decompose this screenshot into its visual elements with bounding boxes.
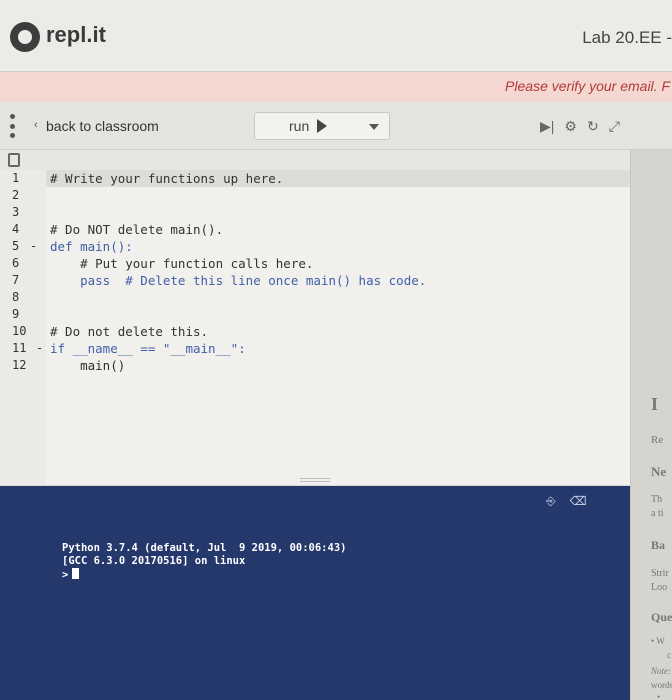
- clear-console-icon[interactable]: ⌫: [570, 494, 587, 509]
- line-number: 7: [12, 273, 20, 287]
- play-icon: [317, 119, 327, 133]
- line-number: 3: [12, 205, 20, 219]
- line-number: 8: [12, 290, 20, 304]
- code-line[interactable]: main(): [50, 357, 125, 374]
- fold-marker-icon[interactable]: -: [36, 340, 46, 357]
- file-strip: [0, 150, 672, 170]
- lab-title: Lab 20.EE -: [582, 28, 672, 47]
- menu-dots-icon[interactable]: [10, 114, 16, 138]
- run-button[interactable]: run: [254, 112, 390, 140]
- line-number: 4: [12, 222, 20, 236]
- instructions-fragment: Loo: [651, 582, 668, 593]
- settings-icon[interactable]: ⚙: [564, 116, 577, 136]
- code-line[interactable]: # Write your functions up here.: [50, 170, 283, 187]
- code-line[interactable]: # Put your function calls here.: [50, 255, 313, 272]
- instructions-fragment: Re: [651, 434, 664, 446]
- top-bar: repl.it Lab 20.EE -: [0, 0, 672, 72]
- instructions-fragment: Note:: [651, 666, 671, 676]
- instructions-fragment: Ne: [651, 464, 667, 479]
- instructions-fragment: Ba: [651, 538, 666, 552]
- instructions-fragment: Strir: [651, 568, 669, 579]
- dropdown-caret-icon[interactable]: [369, 124, 379, 130]
- instructions-fragment: • W: [651, 636, 665, 646]
- fold-marker-icon[interactable]: -: [30, 238, 40, 255]
- code-line[interactable]: if __name__ == "__main__":: [50, 340, 246, 357]
- line-number: 5: [12, 239, 20, 253]
- back-chevron-icon[interactable]: ‹: [34, 119, 38, 131]
- logo-text[interactable]: repl.it: [46, 22, 106, 48]
- console-prompt[interactable]: >: [62, 568, 80, 581]
- file-icon[interactable]: [8, 153, 20, 167]
- verify-email-banner: Please verify your email. F: [0, 72, 672, 102]
- code-line[interactable]: def main():: [50, 238, 133, 255]
- expand-icon[interactable]: ⤢: [609, 116, 620, 136]
- instructions-fragment: •: [657, 692, 661, 700]
- console-pane[interactable]: ⎆ ⌫ Python 3.7.4 (default, Jul 9 2019, 0…: [0, 486, 630, 700]
- prompt-symbol: >: [62, 569, 69, 581]
- code-line[interactable]: pass # Delete this line once main() has …: [50, 272, 426, 289]
- line-number: 12: [12, 358, 27, 372]
- run-label: run: [289, 118, 310, 134]
- line-number: 1: [12, 171, 20, 185]
- line-number: 2: [12, 188, 20, 202]
- console-input-icon[interactable]: ⎆: [546, 494, 556, 509]
- instructions-fragment: I: [651, 394, 659, 414]
- line-number: 6: [12, 256, 20, 270]
- refresh-icon[interactable]: ↻: [587, 116, 599, 136]
- pane-resize-handle[interactable]: [300, 478, 330, 482]
- instructions-fragment: Th: [651, 494, 663, 505]
- verify-email-text[interactable]: Please verify your email. F: [505, 78, 670, 94]
- line-number: 10: [12, 324, 27, 338]
- text-cursor: [72, 568, 80, 579]
- instructions-fragment: c: [667, 650, 671, 660]
- editor-toolbar: ‹ back to classroom run ▶| ⚙ ↻ ⤢: [0, 102, 672, 150]
- toolbar-icons: ▶| ⚙ ↻ ⤢: [540, 116, 620, 136]
- code-line[interactable]: # Do not delete this.: [50, 323, 208, 340]
- code-editor[interactable]: 1 2 3 4 5 6 7 8 9 10 11 12 - - # Write y…: [0, 170, 630, 485]
- console-toolbar: ⎆ ⌫: [546, 494, 587, 509]
- instructions-fragment: words: [651, 680, 672, 690]
- step-icon[interactable]: ▶|: [540, 116, 554, 136]
- instructions-fragment: a ti: [651, 508, 664, 519]
- code-line[interactable]: # Do NOT delete main().: [50, 221, 223, 238]
- replit-logo-icon[interactable]: [10, 22, 40, 52]
- line-number: 9: [12, 307, 20, 321]
- instructions-panel[interactable]: I Re Ne Th a ti Ba Strir Loo Que • W c N…: [630, 150, 672, 700]
- back-to-classroom-link[interactable]: back to classroom: [46, 118, 159, 134]
- console-line: [GCC 6.3.0 20170516] on linux: [62, 555, 246, 567]
- instructions-fragment: Que: [651, 610, 672, 624]
- console-line: Python 3.7.4 (default, Jul 9 2019, 00:06…: [62, 542, 347, 554]
